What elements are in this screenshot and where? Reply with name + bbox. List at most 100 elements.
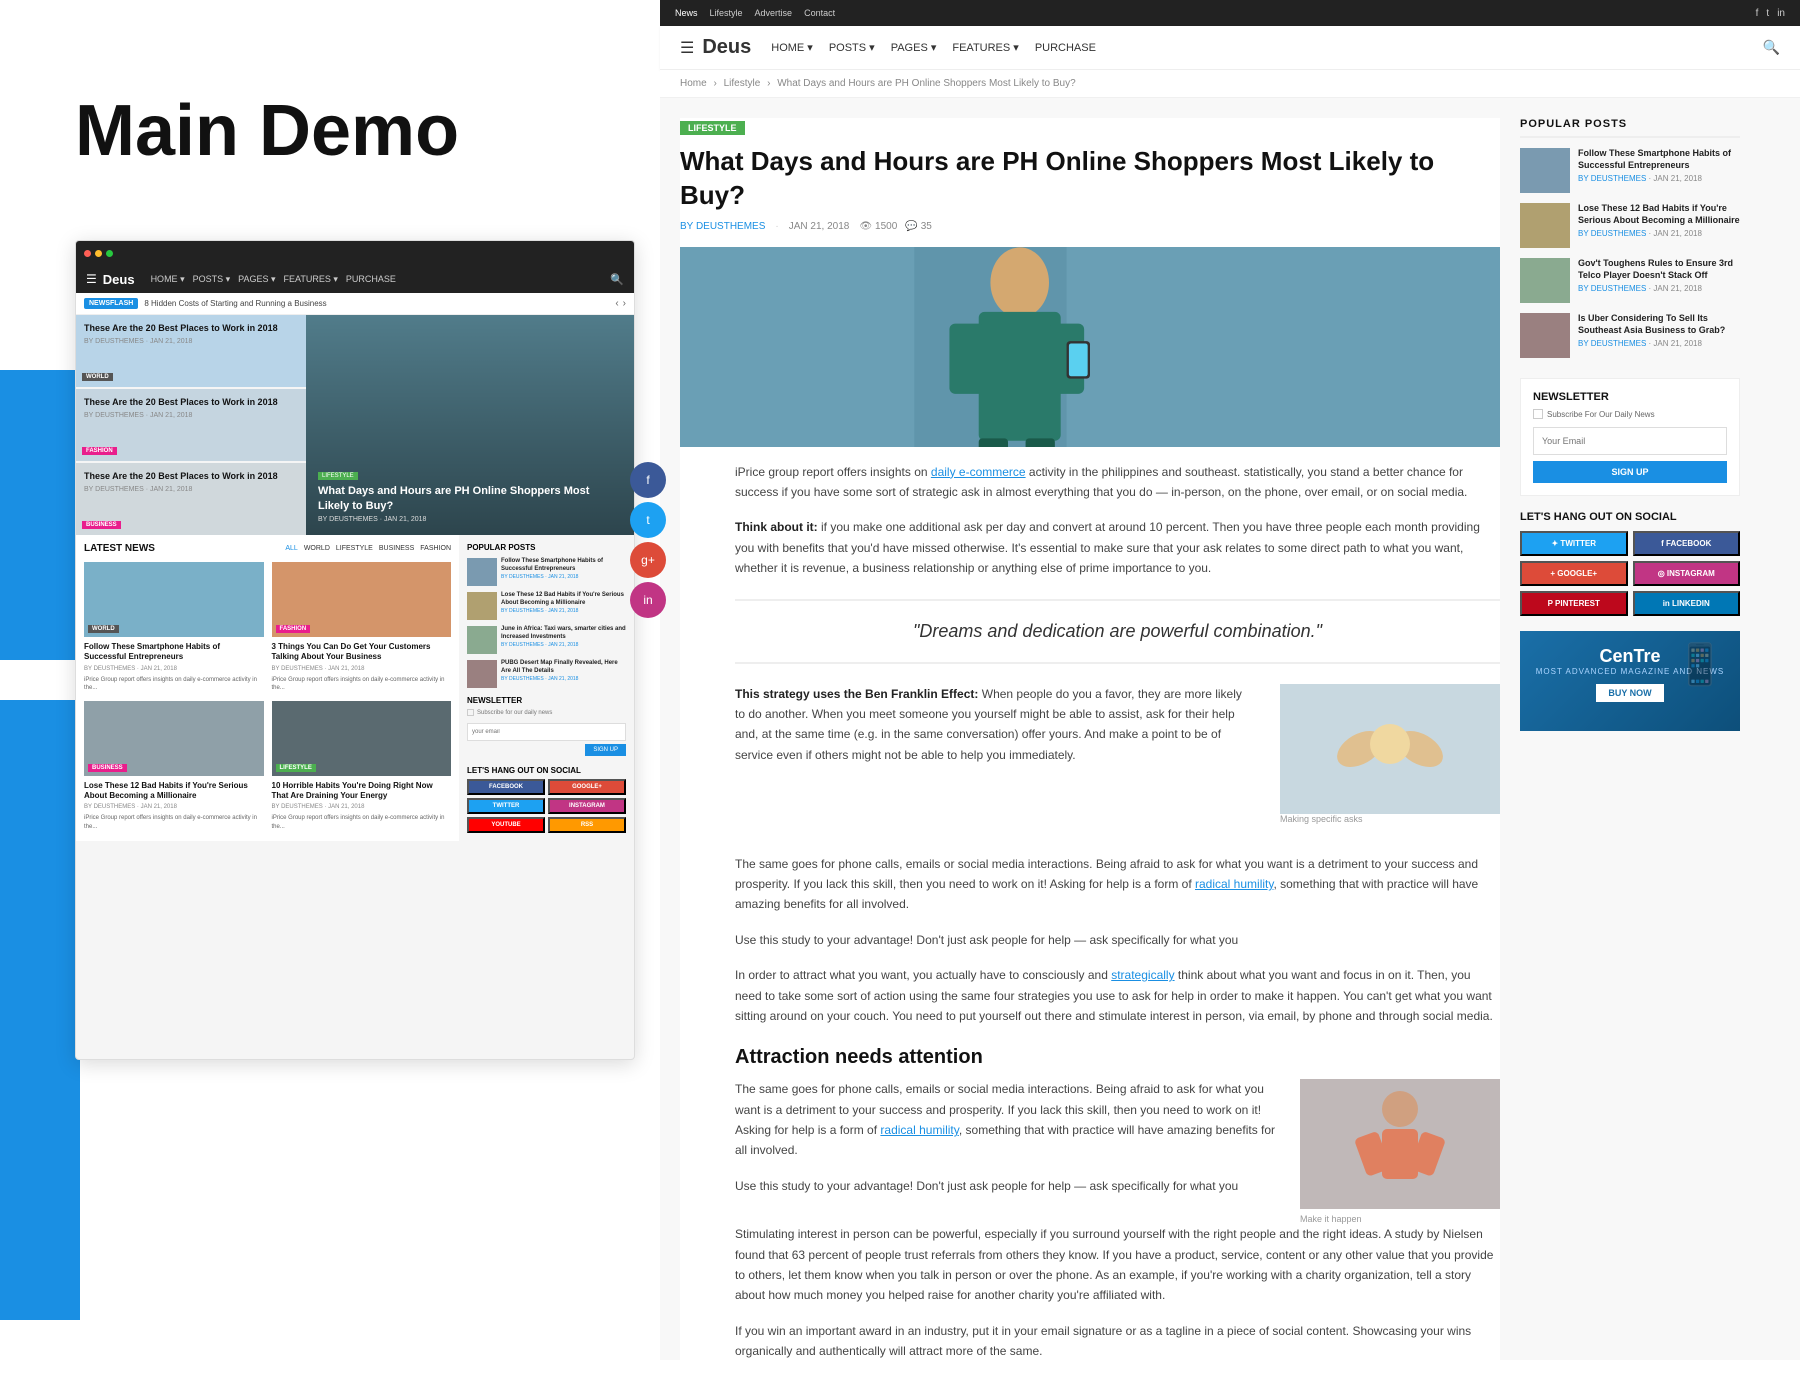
ad-buy-now-btn[interactable]: BUY NOW [1596,684,1663,702]
social-hang-pinterest[interactable]: P PINTEREST [1520,591,1628,616]
popular-post-1[interactable]: Follow These Smartphone Habits of Succes… [1520,148,1740,193]
popular-post-title-4: Is Uber Considering To Sell Its Southeas… [1578,313,1740,336]
browser-pop-img-2 [467,592,497,620]
browser-pop-info-3: June in Africa: Taxi wars, smarter citie… [501,626,626,654]
newsletter-email-input[interactable] [1533,427,1727,455]
share-googleplus-btn[interactable]: g+ [630,542,666,578]
newsletter-checkbox-label: Subscribe For Our Daily News [1547,410,1655,419]
browser-social-youtube[interactable]: YOUTUBE [467,817,545,833]
popular-post-3[interactable]: Gov't Toughens Rules to Ensure 3rd Telco… [1520,258,1740,303]
filter-business[interactable]: BUSINESS [379,545,414,552]
twitter-icon[interactable]: t [1766,8,1769,19]
social-hang-linkedin[interactable]: in LINKEDIN [1633,591,1741,616]
browser-pop-item-3[interactable]: June in Africa: Taxi wars, smarter citie… [467,626,626,654]
browser-nav-features[interactable]: FEATURES ▾ [284,274,338,285]
hero-main-title: What Days and Hours are PH Online Shoppe… [318,484,622,513]
browser-nav-posts[interactable]: POSTS ▾ [193,274,231,285]
newsflash-arrows: ‹ › [615,298,626,309]
news-card-1-tag: WORLD [88,625,119,633]
article-author[interactable]: BY DEUSTHEMES [680,221,765,232]
browser-pop-item-4[interactable]: PUBG Desert Map Finally Revealed, Here A… [467,660,626,688]
article-meta: BY DEUSTHEMES · JAN 21, 2018 👁 1500 💬 35 [680,221,1500,232]
browser-minimize-dot [95,250,102,257]
news-card-2[interactable]: FASHION 3 Things You Can Do Get Your Cus… [272,562,452,693]
article-strategically-link[interactable]: strategically [1111,968,1174,982]
newsletter-signup-btn[interactable]: SIGN UP [1533,461,1727,483]
news-card-4[interactable]: LIFESTYLE 10 Horrible Habits You're Doin… [272,701,452,832]
social-hang-googleplus[interactable]: + GOOGLE+ [1520,561,1628,586]
browser-social-instagram[interactable]: INSTAGRAM [548,798,626,814]
main-nav-hamburger[interactable]: ☰ [680,38,694,58]
browser-newsletter-checkbox[interactable] [467,709,474,716]
newsflash-next-arrow[interactable]: › [623,298,626,309]
main-nav-search-icon[interactable]: 🔍 [1763,39,1780,56]
instagram-icon[interactable]: in [1777,8,1785,19]
browser-nav-purchase[interactable]: PURCHASE [346,274,396,285]
filter-world[interactable]: WORLD [304,545,330,552]
main-nav-posts[interactable]: POSTS ▾ [829,41,875,54]
filter-lifestyle[interactable]: LIFESTYLE [336,545,373,552]
browser-social-googleplus[interactable]: GOOGLE+ [548,779,626,795]
browser-social-twitter[interactable]: TWITTER [467,798,545,814]
newsletter-checkbox[interactable] [1533,409,1543,419]
main-nav-home[interactable]: HOME ▾ [771,41,813,54]
hamburger-icon[interactable]: ☰ [86,272,97,286]
latest-news-header: LATEST NEWS ALL WORLD LIFESTYLE BUSINESS… [84,543,451,554]
left-panel: Main Demo ☰ Deus HOME ▾ POSTS ▾ PAGES ▾ … [0,0,640,1360]
social-hang-twitter[interactable]: ✦ TWITTER [1520,531,1628,556]
newsletter-title: NEWSLETTER [1533,391,1727,403]
browser-social-rss[interactable]: RSS [548,817,626,833]
top-nav-news[interactable]: News [675,8,698,18]
browser-nav-home[interactable]: HOME ▾ [151,274,185,285]
top-nav-lifestyle[interactable]: Lifestyle [710,8,743,18]
hero-main-card[interactable]: LIFESTYLE What Days and Hours are PH Onl… [306,315,634,535]
hero-card-2[interactable]: These Are the 20 Best Places to Work in … [76,389,306,461]
hero-main-tag: LIFESTYLE [318,472,358,480]
browser-mockup: ☰ Deus HOME ▾ POSTS ▾ PAGES ▾ FEATURES ▾… [75,240,635,1060]
share-twitter-btn[interactable]: t [630,502,666,538]
top-nav-contact[interactable]: Contact [804,8,835,18]
browser-pop-item-2[interactable]: Lose These 12 Bad Habits if You're Serio… [467,592,626,620]
share-instagram-btn[interactable]: in [630,582,666,618]
article-radical-link[interactable]: radical humility [1195,877,1273,891]
main-nav-pages[interactable]: PAGES ▾ [891,41,937,54]
share-facebook-btn[interactable]: f [630,462,666,498]
browser-newsletter-btn[interactable]: SIGN UP [585,744,626,756]
popular-post-title-3: Gov't Toughens Rules to Ensure 3rd Telco… [1578,258,1740,281]
browser-nav-pages[interactable]: PAGES ▾ [238,274,275,285]
main-nav-features[interactable]: FEATURES ▾ [952,41,1018,54]
filter-fashion[interactable]: FASHION [420,545,451,552]
article-ecommerce-link[interactable]: daily e-commerce [931,465,1026,479]
popular-post-2[interactable]: Lose These 12 Bad Habits if You're Serio… [1520,203,1740,248]
article-body-8: Use this study to your advantage! Don't … [735,1176,1285,1196]
hero-card-3-by: BY DEUSTHEMES · JAN 21, 2018 [84,486,298,493]
facebook-icon[interactable]: f [1756,8,1759,19]
popular-posts-section: POPULAR POSTS Follow These Smartphone Ha… [1520,118,1740,358]
popular-post-4[interactable]: Is Uber Considering To Sell Its Southeas… [1520,313,1740,358]
news-card-3-img: BUSINESS [84,701,264,776]
news-card-1[interactable]: WORLD Follow These Smartphone Habits of … [84,562,264,693]
top-nav-advertise[interactable]: Advertise [755,8,793,18]
browser-newsletter-input[interactable] [467,723,626,741]
article-radical-link-2[interactable]: radical humility [880,1123,958,1137]
browser-pop-by-4: BY DEUSTHEMES · JAN 21, 2018 [501,676,626,682]
newsflash-text: 8 Hidden Costs of Starting and Running a… [144,299,326,308]
breadcrumb-section[interactable]: Lifestyle [724,78,761,89]
search-icon[interactable]: 🔍 [610,273,624,286]
social-hang-instagram[interactable]: ◎ INSTAGRAM [1633,561,1741,586]
browser-social-facebook[interactable]: FACEBOOK [467,779,545,795]
article-meta-sep: · [775,221,778,232]
filter-all[interactable]: ALL [285,545,297,552]
hero-card-3[interactable]: These Are the 20 Best Places to Work in … [76,463,306,535]
article-content-area: f t g+ in iPrice group report offers ins… [680,462,1500,1362]
newsflash-prev-arrow[interactable]: ‹ [615,298,618,309]
breadcrumb-home[interactable]: Home [680,78,707,89]
main-nav-purchase[interactable]: PURCHASE [1035,41,1096,54]
article-title: What Days and Hours are PH Online Shoppe… [680,145,1500,213]
hero-card-1[interactable]: These Are the 20 Best Places to Work in … [76,315,306,387]
news-card-3[interactable]: BUSINESS Lose These 12 Bad Habits if You… [84,701,264,832]
browser-pop-item-1[interactable]: Follow These Smartphone Habits of Succes… [467,558,626,586]
popular-post-img-2 [1520,203,1570,248]
social-hang-facebook[interactable]: f FACEBOOK [1633,531,1741,556]
top-nav-social: f t in [1756,8,1785,19]
